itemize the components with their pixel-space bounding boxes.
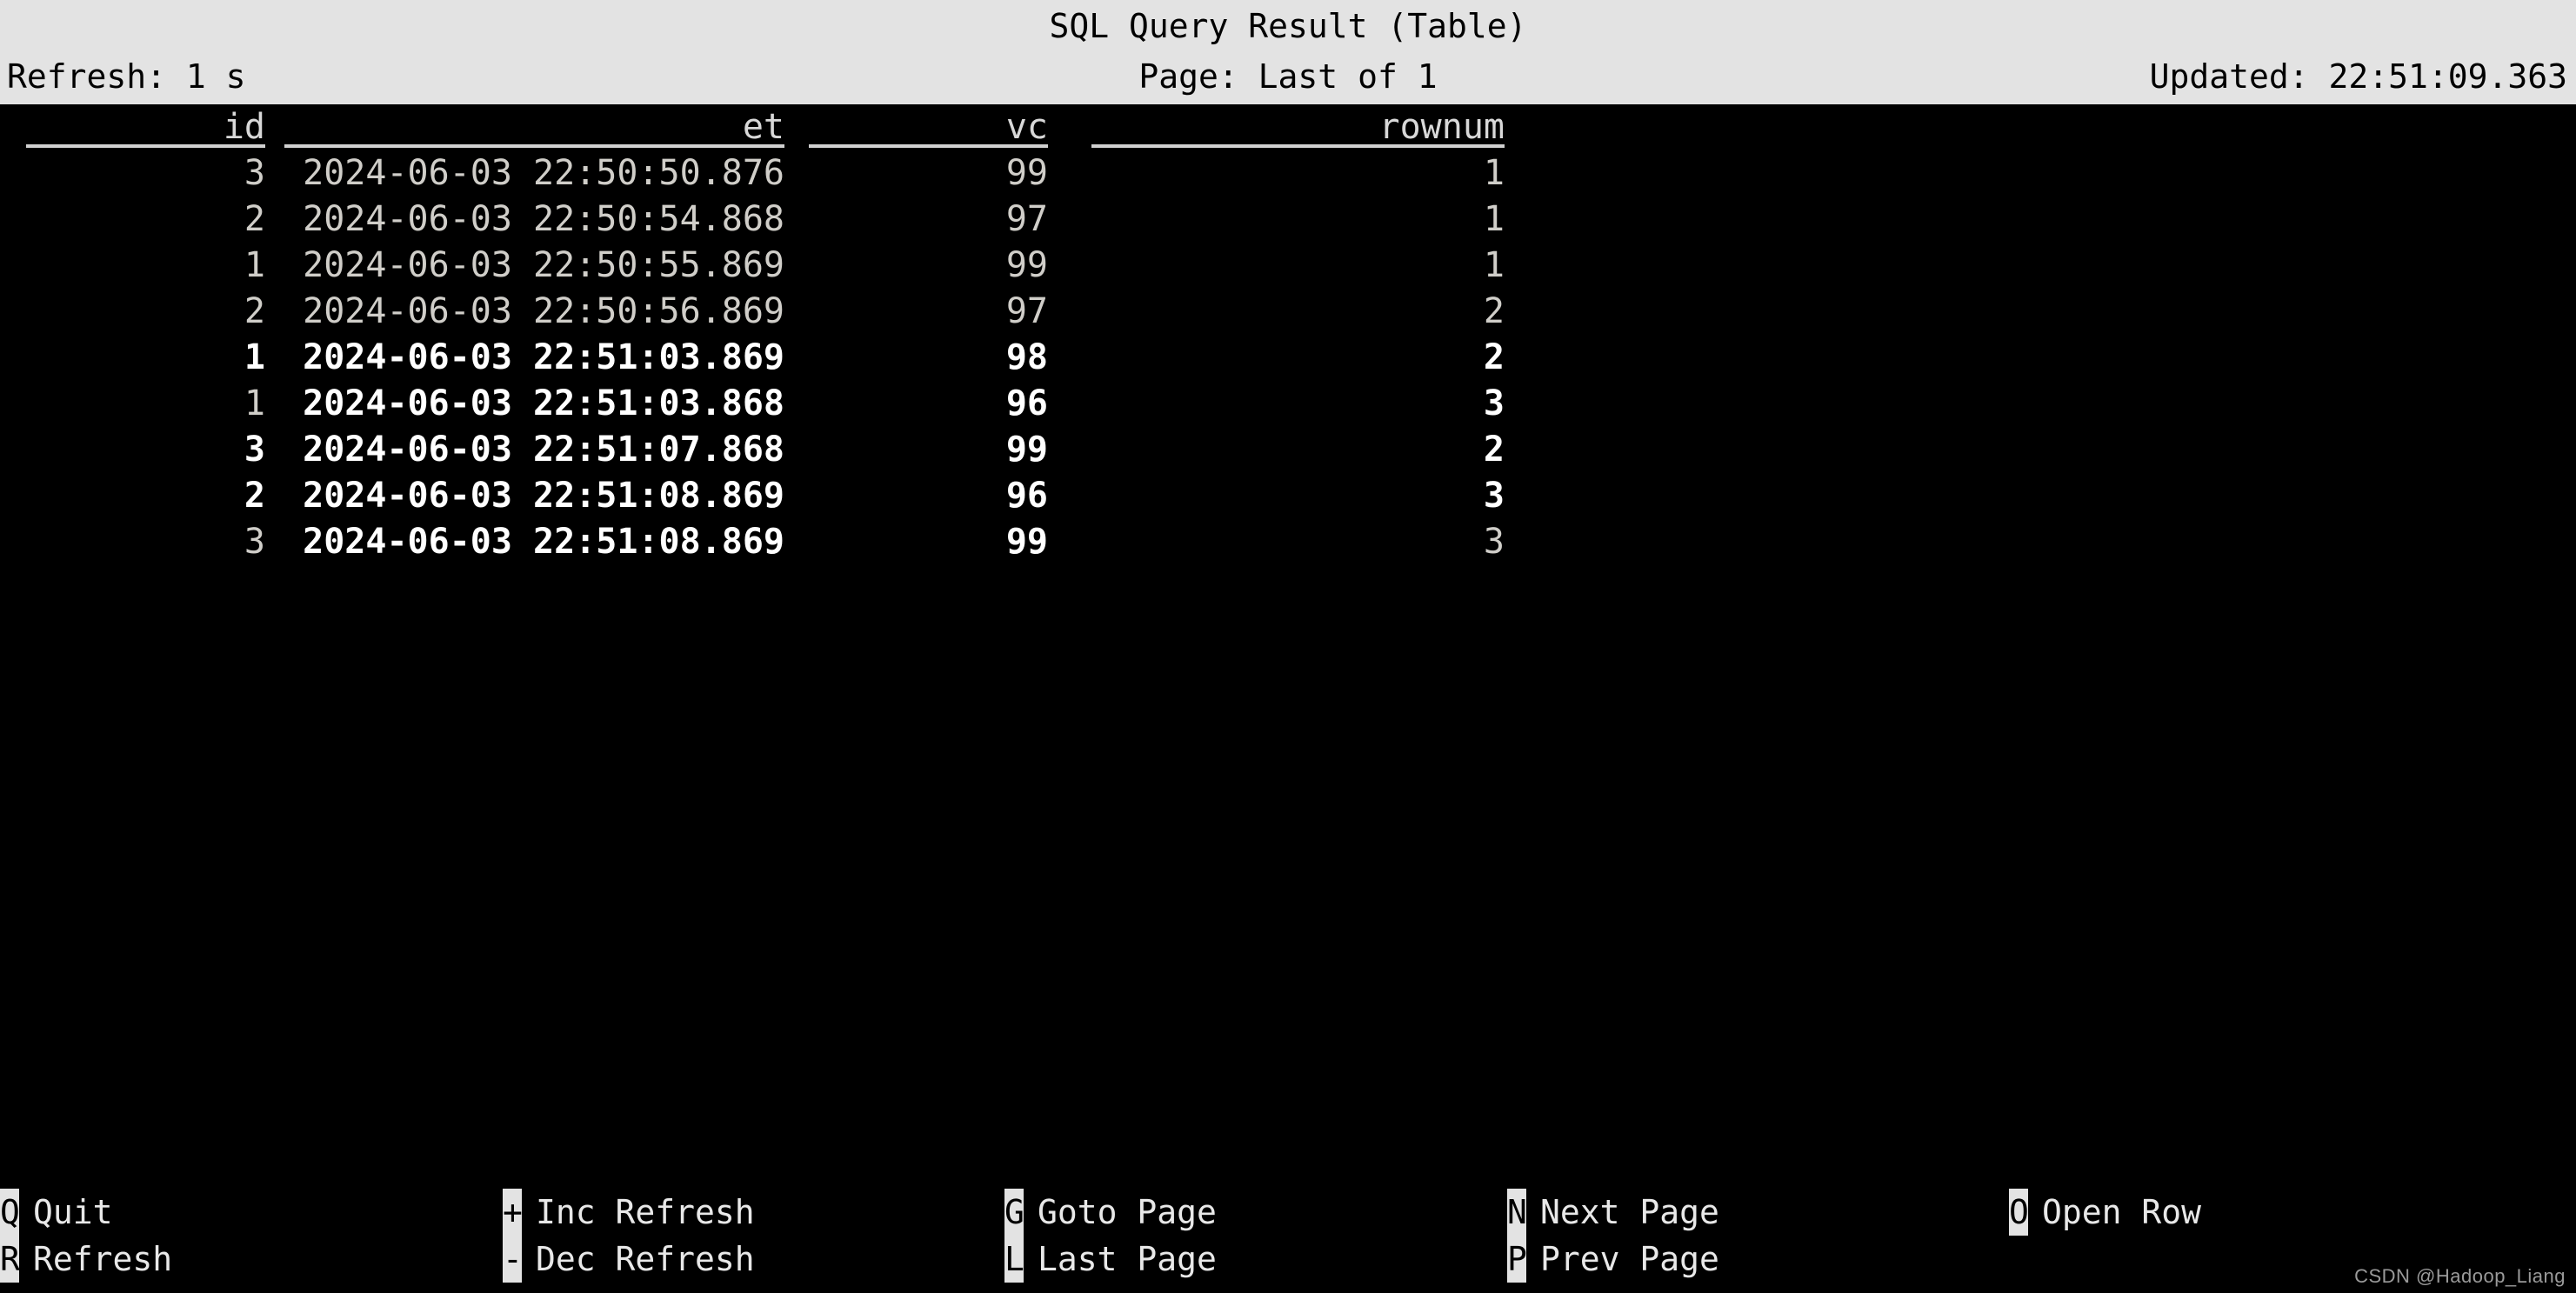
table-row[interactable]: 1 2024-06-03 22:51:03.868 96 3 (0, 381, 2576, 427)
cell-vc: 97 (1005, 199, 1048, 239)
keybinding-prev-page[interactable]: P Prev Page (1507, 1236, 1719, 1283)
keybinding-quit[interactable]: Q Quit (0, 1189, 113, 1236)
cell-rownum: 2 (1483, 291, 1505, 331)
keybinding-label: Next Page (1540, 1193, 1719, 1231)
cell-vc: 99 (1005, 430, 1048, 470)
cell-et: 2024-06-03 22:51:03.869 (303, 337, 784, 377)
keycap: L (1004, 1236, 1024, 1283)
cell-et: 2024-06-03 22:51:03.868 (303, 383, 784, 423)
keybinding-dec-refresh[interactable]: - Dec Refresh (503, 1236, 755, 1283)
keybinding-label: Goto Page (1038, 1193, 1217, 1231)
cell-rownum: 1 (1483, 199, 1505, 239)
cell-et: 2024-06-03 22:51:08.869 (303, 522, 784, 562)
cell-id: 3 (244, 153, 265, 193)
table-row[interactable]: 2 2024-06-03 22:51:08.869 96 3 (0, 473, 2576, 519)
cell-vc: 98 (1005, 337, 1048, 377)
keybinding-label: Prev Page (1540, 1240, 1719, 1278)
column-rule-et (284, 144, 784, 148)
page-title: SQL Query Result (Table) (1049, 7, 1527, 45)
cell-id: 1 (244, 245, 265, 285)
keybinding-label: Quit (33, 1193, 113, 1231)
cell-et: 2024-06-03 22:50:54.868 (303, 199, 784, 239)
cell-et: 2024-06-03 22:50:50.876 (303, 153, 784, 193)
cell-et: 2024-06-03 22:51:08.869 (303, 476, 784, 516)
keybinding-open-row[interactable]: O Open Row (2009, 1189, 2201, 1236)
cell-id: 2 (244, 476, 265, 516)
cell-rownum: 3 (1483, 476, 1505, 516)
table-row[interactable]: 1 2024-06-03 22:51:03.869 98 2 (0, 335, 2576, 381)
keybinding-label: Open Row (2042, 1193, 2202, 1231)
column-rule-id (26, 144, 265, 148)
top-status-line-1: SQL Query Result (Table) (0, 0, 2576, 52)
keybinding-help-bar: Q Quit R Refresh + Inc Refresh - Dec Refresh G Go… (0, 1189, 2576, 1293)
cell-vc: 99 (1005, 245, 1048, 285)
keybinding-goto-page[interactable]: G Goto Page (1004, 1189, 1217, 1236)
keycap: Q (0, 1189, 20, 1236)
keybinding-label: Inc Refresh (536, 1193, 755, 1231)
cell-vc: 96 (1005, 383, 1048, 423)
keybinding-last-page[interactable]: L Last Page (1004, 1236, 1217, 1283)
cell-rownum: 2 (1483, 430, 1505, 470)
keybinding-label: Last Page (1038, 1240, 1217, 1278)
keybinding-column-4: N Next Page P Prev Page (1507, 1189, 1994, 1293)
cell-id: 1 (244, 383, 265, 423)
keybinding-label: Dec Refresh (536, 1240, 755, 1278)
keybinding-column-2: + Inc Refresh - Dec Refresh (503, 1189, 990, 1293)
keycap: + (503, 1189, 523, 1236)
watermark: CSDN @Hadoop_Liang (2354, 1265, 2566, 1287)
column-rule-vc (809, 144, 1048, 148)
cell-rownum: 1 (1483, 245, 1505, 285)
top-status-line-2: Refresh: 1 s Page: Last of 1 Updated: 22… (0, 50, 2576, 103)
table-row[interactable]: 2 2024-06-03 22:50:54.868 97 1 (0, 197, 2576, 243)
keycap: N (1507, 1189, 1527, 1236)
cell-id: 1 (244, 337, 265, 377)
keybinding-inc-refresh[interactable]: + Inc Refresh (503, 1189, 755, 1236)
table-row[interactable]: 3 2024-06-03 22:51:08.869 99 3 (0, 519, 2576, 565)
cell-id: 2 (244, 291, 265, 331)
cell-vc: 99 (1005, 153, 1048, 193)
keybinding-label: Refresh (33, 1240, 173, 1278)
results-table: id et vc rownum 3 2024-06-03 22:50:50.876… (0, 104, 2576, 1130)
keybinding-column-1: Q Quit R Refresh (0, 1189, 487, 1293)
cell-rownum: 3 (1483, 522, 1505, 562)
table-row[interactable]: 2 2024-06-03 22:50:56.869 97 2 (0, 289, 2576, 335)
last-updated-timestamp: Updated: 22:51:09.363 (2149, 57, 2567, 96)
cell-vc: 97 (1005, 291, 1048, 331)
keycap: R (0, 1236, 20, 1283)
table-row[interactable]: 3 2024-06-03 22:50:50.876 99 1 (0, 150, 2576, 197)
top-status-bar: SQL Query Result (Table) Refresh: 1 s Pa… (0, 0, 2576, 104)
cell-rownum: 2 (1483, 337, 1505, 377)
cell-rownum: 1 (1483, 153, 1505, 193)
cell-id: 3 (244, 430, 265, 470)
keybinding-column-3: G Goto Page L Last Page (1004, 1189, 1492, 1293)
cell-rownum: 3 (1483, 383, 1505, 423)
column-rule-rownum (1091, 144, 1505, 148)
cell-vc: 96 (1005, 476, 1048, 516)
table-row[interactable]: 3 2024-06-03 22:51:07.868 99 2 (0, 427, 2576, 473)
cell-id: 3 (244, 522, 265, 562)
table-row[interactable]: 1 2024-06-03 22:50:55.869 99 1 (0, 243, 2576, 289)
keycap: O (2009, 1189, 2029, 1236)
table-header-row: id et vc rownum (0, 104, 2576, 150)
keybinding-next-page[interactable]: N Next Page (1507, 1189, 1719, 1236)
cell-et: 2024-06-03 22:50:55.869 (303, 245, 784, 285)
cell-et: 2024-06-03 22:51:07.868 (303, 430, 784, 470)
cell-id: 2 (244, 199, 265, 239)
keycap: G (1004, 1189, 1024, 1236)
keybinding-refresh[interactable]: R Refresh (0, 1236, 172, 1283)
cell-vc: 99 (1005, 522, 1048, 562)
cell-et: 2024-06-03 22:50:56.869 (303, 291, 784, 331)
keycap: P (1507, 1236, 1527, 1283)
keycap: - (503, 1236, 523, 1283)
